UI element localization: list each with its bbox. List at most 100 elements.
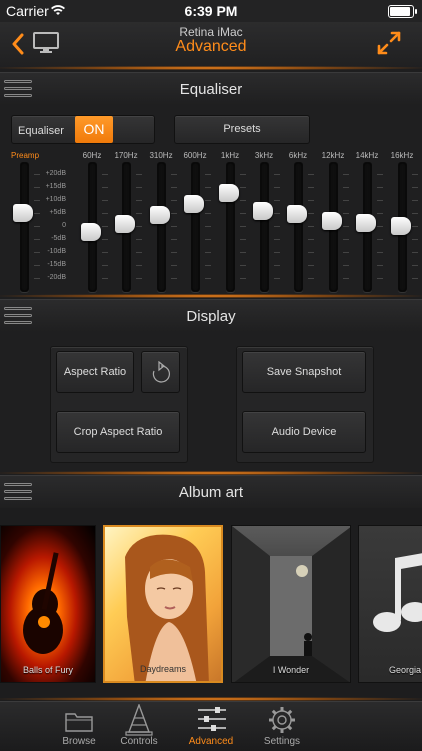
crop-aspect-ratio-button[interactable]: Crop Aspect Ratio: [56, 411, 180, 453]
eq-band-slider-knob[interactable]: [253, 201, 273, 220]
album-title: I Wonder: [272, 665, 310, 675]
scale-tick: [308, 265, 314, 266]
scale-tick: [377, 187, 383, 188]
scale-tick: [377, 226, 383, 227]
eq-band-slider-track[interactable]: [294, 162, 303, 292]
frequency-label: 600Hz: [183, 151, 207, 160]
scale-tick: [308, 213, 314, 214]
equaliser-glow: [0, 294, 422, 298]
display-panel: Aspect Ratio Crop Aspect Ratio Save Snap…: [0, 332, 422, 472]
preamp-label: Preamp: [11, 151, 40, 160]
scale-tick: [136, 226, 142, 227]
album-item[interactable]: Georgia: [358, 525, 422, 683]
eq-band-slider-knob[interactable]: [150, 206, 170, 224]
eq-band-slider-knob[interactable]: [219, 184, 239, 202]
scale-tick: [412, 200, 418, 201]
scale-tick: [34, 265, 40, 266]
scale-tick: [205, 187, 211, 188]
scale-tick: [136, 239, 142, 240]
scale-tick: [171, 174, 177, 175]
eq-band-slider-track[interactable]: [157, 162, 166, 292]
scale-tick: [377, 213, 383, 214]
scale-tick: [240, 252, 246, 253]
clock: 6:39 PM: [184, 3, 238, 19]
album-item[interactable]: I Wonder: [231, 525, 351, 683]
scale-tick: [308, 187, 314, 188]
tab-controls[interactable]: Controls: [99, 702, 179, 751]
tab-advanced[interactable]: Advanced: [171, 702, 251, 751]
album-item[interactable]: Balls of Fury: [0, 525, 96, 683]
scale-tick: [205, 226, 211, 227]
preamp-slider-track[interactable]: [20, 162, 29, 292]
eq-band-slider-knob[interactable]: [115, 214, 135, 233]
folder-icon: [65, 713, 93, 732]
scale-tick: [343, 278, 349, 279]
display-title: Display: [186, 308, 236, 325]
scale-tick: [102, 187, 108, 188]
eq-band-slider-knob[interactable]: [356, 213, 376, 232]
eq-band-slider-knob[interactable]: [81, 222, 101, 241]
equaliser-panel: Equaliser ON Presets Preamp +20dB +15dB +1…: [0, 105, 422, 295]
scale-tick: [34, 200, 40, 201]
scale-tick: [34, 187, 40, 188]
frequency-label: 12kHz: [321, 151, 345, 160]
scale-tick: [171, 278, 177, 279]
scale-tick: [171, 200, 177, 201]
scale-tick: [308, 226, 314, 227]
eq-band-slider-track[interactable]: [260, 162, 269, 292]
scale-tick: [308, 252, 314, 253]
audio-device-button[interactable]: Audio Device: [242, 411, 366, 453]
album-title: Daydreams: [139, 664, 186, 674]
eq-band-slider-knob[interactable]: [287, 204, 307, 223]
eq-band-slider-knob[interactable]: [391, 217, 411, 235]
portrait-art: [125, 534, 209, 681]
device-name: Retina iMac: [179, 25, 243, 39]
scale-tick: [308, 239, 314, 240]
frequency-label: 16kHz: [390, 151, 414, 160]
scale-tick: [171, 226, 177, 227]
vlc-cone-icon: [125, 704, 153, 736]
scale-tick: [136, 278, 142, 279]
scale-tick: [102, 265, 108, 266]
scale-tick: [171, 239, 177, 240]
tab-bar: Browse Controls Advanced Settings: [0, 701, 422, 751]
scale-tick: [171, 252, 177, 253]
scale-tick: [240, 187, 246, 188]
expand-icon[interactable]: [376, 30, 402, 56]
scale-tick: [34, 174, 40, 175]
eq-band-slider-track[interactable]: [191, 162, 200, 292]
album-item-selected[interactable]: Daydreams: [103, 525, 223, 683]
equaliser-on-toggle[interactable]: ON: [75, 116, 113, 143]
scale-tick: [102, 200, 108, 201]
scale-tick: [205, 239, 211, 240]
frequency-label: 170Hz: [114, 151, 138, 160]
scale-tick: [102, 226, 108, 227]
scale-tick: [102, 278, 108, 279]
aspect-ratio-button[interactable]: Aspect Ratio: [56, 351, 134, 393]
scale-tick: [412, 174, 418, 175]
scale-tick: [240, 200, 246, 201]
gear-icon: [269, 707, 295, 733]
rotate-button[interactable]: [141, 351, 180, 393]
presets-button[interactable]: Presets: [174, 115, 310, 144]
scale-tick: [274, 278, 280, 279]
scale-tick: [34, 239, 40, 240]
scale-tick: [34, 226, 40, 227]
scale-tick: [240, 278, 246, 279]
scale-tick: [136, 174, 142, 175]
scale-tick: [308, 278, 314, 279]
scale-tick: [343, 200, 349, 201]
eq-band-slider-track[interactable]: [226, 162, 235, 292]
scale-tick: [205, 252, 211, 253]
sliders-icon: [198, 707, 226, 731]
scale-tick: [171, 265, 177, 266]
scale-tick: [308, 200, 314, 201]
eq-band-slider-knob[interactable]: [322, 211, 342, 230]
save-snapshot-button[interactable]: Save Snapshot: [242, 351, 366, 393]
preamp-slider-knob[interactable]: [13, 203, 33, 222]
equaliser-toggle-group: Equaliser ON: [11, 115, 155, 144]
tab-label: Controls: [120, 736, 158, 747]
scale-tick: [412, 252, 418, 253]
eq-band-slider-knob[interactable]: [184, 195, 204, 213]
tab-settings[interactable]: Settings: [242, 702, 322, 751]
